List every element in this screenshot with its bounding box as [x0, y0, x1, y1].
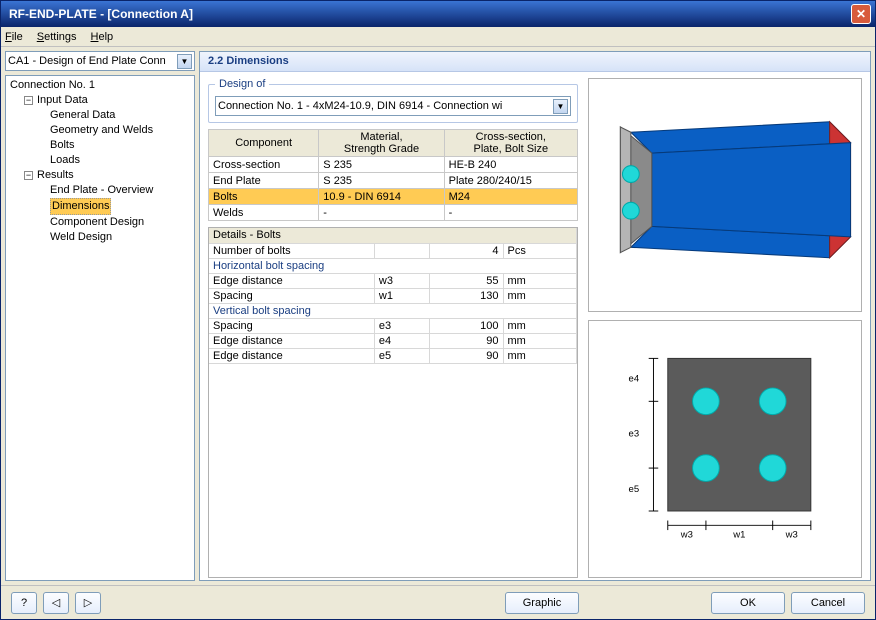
case-combo[interactable]: CA1 - Design of End Plate Conn ▼ — [5, 51, 195, 71]
tree-dimensions[interactable]: Dimensions — [10, 198, 190, 215]
close-button[interactable]: ✕ — [851, 4, 871, 24]
table-row[interactable]: Horizontal bolt spacing — [209, 258, 577, 273]
collapse-icon[interactable]: − — [24, 171, 33, 180]
menu-settings[interactable]: Settings — [37, 31, 77, 43]
label-w3l: w3 — [680, 530, 693, 541]
beam-3d-view[interactable] — [588, 78, 862, 312]
table-row[interactable]: Cross-sectionS 235HE-B 240 — [209, 157, 578, 173]
design-of-combo[interactable]: Connection No. 1 - 4xM24-10.9, DIN 6914 … — [215, 96, 571, 116]
design-of-text: Connection No. 1 - 4xM24-10.9, DIN 6914 … — [218, 100, 553, 112]
details-title: Details - Bolts — [209, 228, 577, 243]
design-of-label: Design of — [215, 78, 269, 90]
tree-input-data[interactable]: −Input Data — [10, 93, 190, 108]
tree-root[interactable]: Connection No. 1 — [10, 78, 190, 93]
chevron-down-icon[interactable]: ▼ — [177, 54, 192, 69]
tree-overview[interactable]: End Plate - Overview — [10, 183, 190, 198]
table-row[interactable]: Edge distancew355mm — [209, 273, 577, 288]
data-column: Design of Connection No. 1 - 4xM24-10.9,… — [208, 78, 578, 578]
tree-bolts[interactable]: Bolts — [10, 138, 190, 153]
prev-button[interactable]: ◁ — [43, 592, 69, 614]
title-bar: RF-END-PLATE - [Connection A] ✕ — [1, 1, 875, 27]
collapse-icon[interactable]: − — [24, 96, 33, 105]
next-button[interactable]: ▷ — [75, 592, 101, 614]
tree-loads[interactable]: Loads — [10, 153, 190, 168]
panel-title: 2.2 Dimensions — [200, 52, 870, 72]
tree-results[interactable]: −Results — [10, 168, 190, 183]
panel-body: Design of Connection No. 1 - 4xM24-10.9,… — [200, 72, 870, 580]
table-row[interactable]: Welds-- — [209, 205, 578, 221]
menu-file[interactable]: File — [5, 31, 23, 43]
content-area: CA1 - Design of End Plate Conn ▼ Connect… — [1, 47, 875, 585]
tree-component-design[interactable]: Component Design — [10, 215, 190, 230]
label-w1: w1 — [732, 530, 745, 541]
table-row[interactable]: Number of bolts4Pcs — [209, 243, 577, 258]
details-panel: Details - Bolts Number of bolts4PcsHoriz… — [208, 227, 578, 578]
table-row[interactable]: Spacinge3100mm — [209, 318, 577, 333]
case-combo-text: CA1 - Design of End Plate Conn — [8, 55, 177, 67]
graphic-button[interactable]: Graphic — [505, 592, 579, 614]
plate-schematic[interactable]: e4 e3 e5 w3 w1 w3 — [588, 320, 862, 578]
label-e4: e4 — [629, 373, 640, 384]
label-e5: e5 — [629, 484, 640, 495]
design-of-group: Design of Connection No. 1 - 4xM24-10.9,… — [208, 78, 578, 123]
label-e3: e3 — [629, 429, 640, 440]
tree-general-data[interactable]: General Data — [10, 108, 190, 123]
table-row[interactable]: Edge distancee590mm — [209, 348, 577, 363]
app-window: RF-END-PLATE - [Connection A] ✕ File Set… — [0, 0, 876, 620]
graphics-column: e4 e3 e5 w3 w1 w3 — [588, 78, 862, 578]
cancel-button[interactable]: Cancel — [791, 592, 865, 614]
right-pane: 2.2 Dimensions Design of Connection No. … — [199, 51, 871, 581]
menu-help[interactable]: Help — [91, 31, 114, 43]
label-w3r: w3 — [785, 530, 798, 541]
tree-geometry[interactable]: Geometry and Welds — [10, 123, 190, 138]
table-row[interactable]: Spacingw1130mm — [209, 288, 577, 303]
component-table[interactable]: Component Material,Strength Grade Cross-… — [208, 129, 578, 221]
table-row[interactable]: Edge distancee490mm — [209, 333, 577, 348]
footer-bar: ? ◁ ▷ Graphic OK Cancel — [1, 585, 875, 619]
col-material: Material,Strength Grade — [319, 130, 444, 157]
col-component: Component — [209, 130, 319, 157]
help-button[interactable]: ? — [11, 592, 37, 614]
chevron-down-icon[interactable]: ▼ — [553, 99, 568, 114]
menu-bar: File Settings Help — [1, 27, 875, 47]
window-title: RF-END-PLATE - [Connection A] — [5, 7, 851, 21]
left-pane: CA1 - Design of End Plate Conn ▼ Connect… — [5, 51, 195, 581]
nav-tree[interactable]: Connection No. 1 −Input Data General Dat… — [5, 75, 195, 581]
col-cross: Cross-section,Plate, Bolt Size — [444, 130, 577, 157]
table-row[interactable]: Vertical bolt spacing — [209, 303, 577, 318]
table-row[interactable]: End PlateS 235Plate 280/240/15 — [209, 173, 578, 189]
table-row[interactable]: Bolts10.9 - DIN 6914M24 — [209, 189, 578, 205]
tree-weld-design[interactable]: Weld Design — [10, 230, 190, 245]
ok-button[interactable]: OK — [711, 592, 785, 614]
